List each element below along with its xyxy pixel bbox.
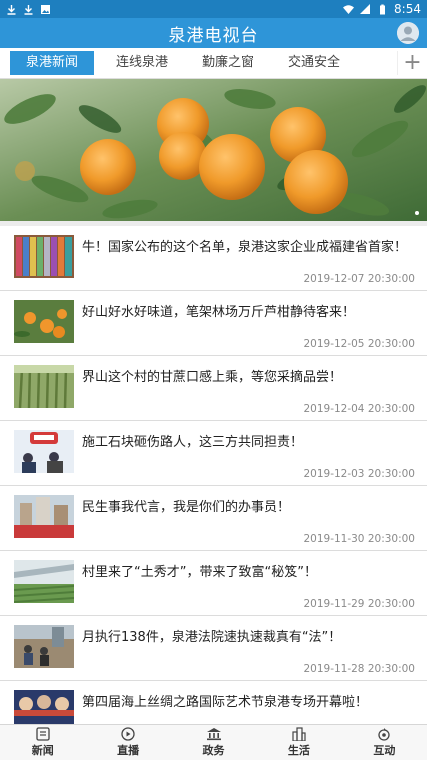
status-bar-right: 8:54 [343, 2, 421, 16]
nav-live[interactable]: 直播 [85, 725, 170, 760]
news-time: 2019-12-04 20:30:00 [303, 403, 415, 415]
app-root: 8:54 泉港电视台 泉港新闻 连线泉港 勤廉之窗 交通安全 + 牛！国家公布的… [0, 0, 427, 760]
news-thumbnail [14, 365, 74, 408]
nav-label: 政务 [202, 744, 225, 757]
nav-interact[interactable]: 互动 [342, 725, 427, 760]
status-bar-left [6, 4, 51, 15]
status-time: 8:54 [394, 2, 421, 16]
download-icon [7, 4, 16, 15]
download-icon [24, 4, 33, 15]
news-title: 村里来了“土秀才”，带来了致富“秘笈”！ [82, 565, 317, 580]
interact-icon [378, 728, 390, 741]
signal-icon [360, 3, 371, 14]
nav-label: 生活 [287, 744, 310, 757]
avatar[interactable] [397, 22, 419, 44]
news-time: 2019-12-07 20:30:00 [303, 273, 415, 285]
nav-label: 直播 [117, 744, 140, 757]
news-time: 2019-12-03 20:30:00 [303, 468, 415, 480]
carousel-indicator [415, 211, 419, 215]
battery-icon [380, 4, 386, 14]
tab-bar: 泉港新闻 连线泉港 勤廉之窗 交通安全 + [0, 48, 427, 79]
news-item[interactable]: 村里来了“土秀才”，带来了致富“秘笈”！ 2019-11-29 20:30:00 [0, 551, 427, 616]
nav-life[interactable]: 生活 [256, 725, 341, 760]
nav-government[interactable]: 政务 [171, 725, 256, 760]
news-title: 施工石块砸伤路人，这三方共同担责！ [82, 435, 304, 450]
news-thumbnail [14, 560, 74, 603]
news-title: 界山这个村的甘蔗口感上乘，等您采摘品尝！ [82, 370, 343, 385]
news-item[interactable]: 施工石块砸伤路人，这三方共同担责！ 2019-12-03 20:30:00 [0, 421, 427, 486]
news-title: 牛！国家公布的这个名单，泉港这家企业成福建省首家！ [82, 240, 408, 255]
news-time: 2019-11-29 20:30:00 [303, 598, 415, 610]
status-bar: 8:54 [0, 0, 427, 18]
news-thumbnail [14, 495, 74, 538]
news-title: 好山好水好味道，笔架林场万斤芦柑静待客来！ [82, 305, 356, 320]
nav-label: 互动 [373, 744, 396, 757]
play-icon [121, 727, 135, 741]
tab-traffic-safety[interactable]: 交通安全 [274, 51, 354, 75]
tab-integrity-window[interactable]: 勤廉之窗 [188, 51, 268, 75]
tab-quangang-news[interactable]: 泉港新闻 [10, 51, 95, 75]
news-item[interactable]: 民生事我代言，我是你们的办事员！ 2019-11-30 20:30:00 [0, 486, 427, 551]
wifi-icon [343, 4, 355, 14]
news-item[interactable]: 好山好水好味道，笔架林场万斤芦柑静待客来！ 2019-12-05 20:30:0… [0, 291, 427, 356]
news-list: 牛！国家公布的这个名单，泉港这家企业成福建省首家！ 2019-12-07 20:… [0, 226, 427, 746]
plus-icon: + [403, 50, 422, 75]
app-bar: 泉港电视台 [0, 18, 427, 48]
news-item[interactable]: 界山这个村的甘蔗口感上乘，等您采摘品尝！ 2019-12-04 20:30:00 [0, 356, 427, 421]
city-icon [292, 727, 306, 741]
news-thumbnail [14, 430, 74, 473]
banner-carousel[interactable] [0, 79, 427, 221]
add-tab-button[interactable]: + [397, 51, 427, 75]
news-time: 2019-11-28 20:30:00 [303, 663, 415, 675]
news-icon [36, 727, 50, 741]
carousel-dot [415, 211, 419, 215]
news-item[interactable]: 牛！国家公布的这个名单，泉港这家企业成福建省首家！ 2019-12-07 20:… [0, 226, 427, 291]
nav-news[interactable]: 新闻 [0, 725, 85, 760]
bottom-nav: 新闻 直播 政务 生活 互动 [0, 724, 427, 760]
news-title: 月执行138件，泉港法院速执速裁真有“法”！ [82, 630, 342, 645]
news-title: 民生事我代言，我是你们的办事员！ [82, 500, 291, 515]
news-time: 2019-11-30 20:30:00 [303, 533, 415, 545]
news-thumbnail [14, 300, 74, 343]
user-icon [397, 22, 419, 44]
government-icon [206, 728, 221, 741]
news-item[interactable]: 月执行138件，泉港法院速执速裁真有“法”！ 2019-11-28 20:30:… [0, 616, 427, 681]
nav-label: 新闻 [31, 744, 54, 757]
app-title: 泉港电视台 [168, 25, 259, 46]
tab-connect-quangang[interactable]: 连线泉港 [102, 51, 182, 75]
image-icon [41, 4, 50, 14]
news-thumbnail [14, 235, 74, 278]
banner-image [0, 79, 427, 221]
news-thumbnail [14, 625, 74, 668]
news-time: 2019-12-05 20:30:00 [303, 338, 415, 350]
news-title: 第四届海上丝绸之路国际艺术节泉港专场开幕啦！ [82, 695, 369, 710]
